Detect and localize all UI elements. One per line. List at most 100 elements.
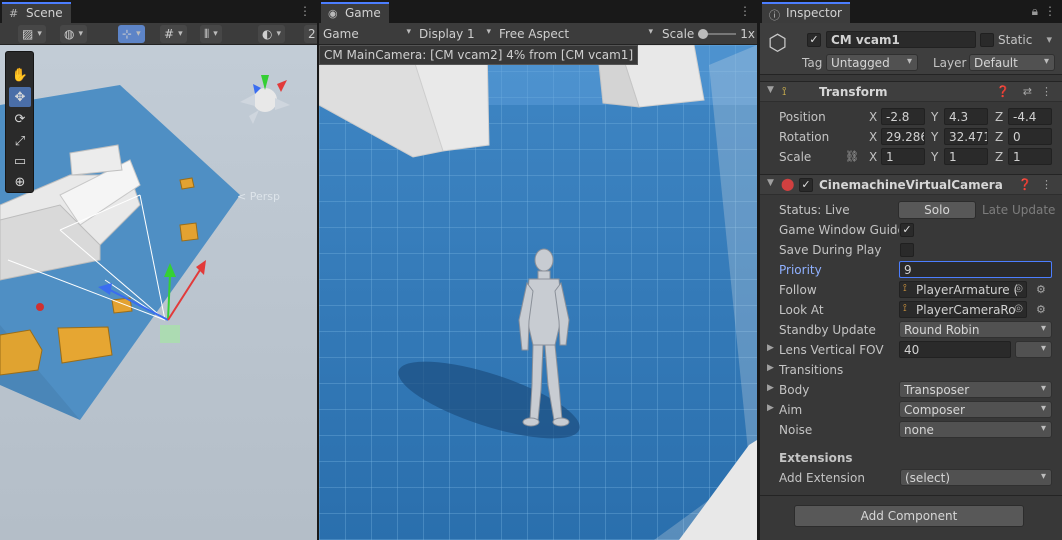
game-mode-dropdown[interactable]: Game <box>323 27 411 41</box>
noise-dropdown[interactable]: none <box>899 421 1052 438</box>
follow-settings-gear-icon[interactable]: ⚙ <box>1036 283 1046 296</box>
aim-dropdown[interactable]: Composer <box>899 401 1052 418</box>
increment-snap-button[interactable]: ⦀ <box>200 25 222 43</box>
lookat-label: Look At <box>779 303 824 317</box>
lookat-field[interactable]: ⟟ PlayerCameraRo ◎ <box>899 301 1027 318</box>
aim-row: ▶ Aim Composer <box>760 400 1062 420</box>
scale-z-field[interactable]: 1 <box>1008 148 1052 165</box>
gameobject-cube-icon[interactable]: ⬡ <box>768 31 787 56</box>
transform-ref-icon: ⟟ <box>903 283 907 294</box>
noise-label: Noise <box>779 423 813 437</box>
transitions-foldout-icon[interactable]: ▶ <box>767 363 774 373</box>
object-name-input[interactable]: CM vcam1 <box>826 31 976 48</box>
scene-tab-menu-icon[interactable]: ⋮ <box>299 4 311 18</box>
transform-title: Transform <box>819 85 888 99</box>
transform-preset-icon[interactable]: ⇄ <box>1023 85 1032 98</box>
transform-tool-icon[interactable]: ⊕ <box>9 172 31 192</box>
move-tool-icon[interactable]: ✥ <box>9 87 31 107</box>
lookat-settings-gear-icon[interactable]: ⚙ <box>1036 303 1046 316</box>
scale-z-label: Z <box>995 150 1004 164</box>
vcam-enabled-checkbox[interactable]: ✓ <box>799 178 813 192</box>
scene-viewport[interactable]: < Persp <box>0 45 317 540</box>
save-play-checkbox[interactable] <box>900 243 914 257</box>
rotation-z-field[interactable]: 0 <box>1008 128 1052 145</box>
tag-dropdown[interactable]: Untagged <box>826 54 918 71</box>
object-picker-icon[interactable]: ◎ <box>1014 283 1023 294</box>
global-view-button[interactable]: ◍ <box>60 25 88 43</box>
noise-row: Noise none <box>760 420 1062 440</box>
position-y-field[interactable]: 4.3 <box>944 108 988 125</box>
gizmo-y-axis[interactable] <box>261 75 269 90</box>
pivot-button[interactable]: ⊹ <box>118 25 145 43</box>
body-foldout-icon[interactable]: ▶ <box>767 383 774 393</box>
position-z-field[interactable]: -4.4 <box>1008 108 1052 125</box>
transitions-row[interactable]: ▶ Transitions <box>760 360 1062 380</box>
game-tab-menu-icon[interactable]: ⋮ <box>739 4 751 18</box>
layer-label: Layer <box>933 56 967 70</box>
constrain-proportions-icon[interactable]: ⛓ <box>845 150 859 163</box>
inspector-tab-menu-icon[interactable]: ⋮ <box>1044 4 1056 18</box>
scale-value: 1x <box>740 27 756 41</box>
add-component-button[interactable]: Add Component <box>794 505 1024 527</box>
lock-icon[interactable]: 🔒︎ <box>1032 4 1038 19</box>
layer-dropdown[interactable]: Default <box>969 54 1055 71</box>
game-viewport[interactable] <box>319 45 757 540</box>
transform-help-icon[interactable]: ❓ <box>996 85 1010 98</box>
position-x-label: X <box>869 110 878 124</box>
vcam-foldout-icon[interactable]: ▼ <box>767 178 774 188</box>
lookat-row: Look At ⟟ PlayerCameraRo ◎ ⚙ <box>760 300 1062 320</box>
tab-scene[interactable]: # Scene <box>2 2 71 23</box>
aspect-dropdown[interactable]: Free Aspect <box>499 27 653 41</box>
position-y-label: Y <box>931 110 939 124</box>
grid-snap-button[interactable]: # <box>160 25 187 43</box>
lens-foldout-icon[interactable]: ▶ <box>767 343 774 353</box>
position-z-label: Z <box>995 110 1004 124</box>
display-value: Display 1 <box>419 27 475 41</box>
transform-header[interactable]: ▼ ⟟ Transform ❓ ⇄ ⋮ <box>760 81 1062 102</box>
follow-field[interactable]: ⟟ PlayerArmature ( ◎ <box>899 281 1027 298</box>
static-dropdown-icon[interactable]: ▾ <box>1046 33 1052 46</box>
position-x-field[interactable]: -2.8 <box>881 108 925 125</box>
body-dropdown[interactable]: Transposer <box>899 381 1052 398</box>
scale-slider-thumb[interactable] <box>698 29 709 39</box>
visibility-button[interactable]: ◐ <box>258 25 286 43</box>
transform-tools: ✋ ✥ ⟳ ⤢ ▭ ⊕ <box>5 51 34 193</box>
add-extension-dropdown[interactable]: (select) <box>900 469 1052 486</box>
aim-foldout-icon[interactable]: ▶ <box>767 403 774 413</box>
transform-foldout-icon[interactable]: ▼ <box>767 85 774 95</box>
rect-tool-icon[interactable]: ▭ <box>9 151 31 171</box>
tab-game[interactable]: ◉ Game <box>321 2 389 23</box>
scale-slider[interactable] <box>698 29 737 39</box>
lens-row: ▶ Lens Vertical FOV 40 <box>760 340 1062 360</box>
guides-checkbox[interactable]: ✓ <box>900 223 914 237</box>
vcam-header[interactable]: ▼ ⬤ ✓ CinemachineVirtualCamera ❓ ⋮ <box>760 174 1062 195</box>
scale-y-field[interactable]: 1 <box>944 148 988 165</box>
standby-dropdown[interactable]: Round Robin <box>899 321 1052 338</box>
vcam-menu-icon[interactable]: ⋮ <box>1041 178 1052 191</box>
orientation-gizmo[interactable] <box>235 70 295 130</box>
draw-mode-button[interactable]: ▨ <box>18 25 46 43</box>
solo-button[interactable]: Solo <box>898 201 976 219</box>
add-extension-label: Add Extension <box>779 471 865 485</box>
object-picker-icon[interactable]: ◎ <box>1014 303 1023 314</box>
tab-inspector[interactable]: ⓘ Inspector <box>762 2 850 23</box>
standby-row: Standby Update Round Robin <box>760 320 1062 340</box>
transform-menu-icon[interactable]: ⋮ <box>1041 85 1052 98</box>
rotation-x-field[interactable]: 29.286 <box>881 128 925 145</box>
vcam-help-icon[interactable]: ❓ <box>1018 178 1032 191</box>
position-label: Position <box>779 110 826 124</box>
rotation-y-field[interactable]: 32.471 <box>944 128 988 145</box>
display-dropdown[interactable]: Display 1 <box>419 27 491 41</box>
scale-x-field[interactable]: 1 <box>881 148 925 165</box>
lens-fov-field[interactable]: 40 <box>899 341 1011 358</box>
static-checkbox[interactable] <box>980 33 994 47</box>
active-checkbox[interactable]: ✓ <box>807 33 821 47</box>
2d-toggle-button[interactable]: 2 <box>304 25 317 43</box>
priority-field[interactable]: 9 <box>899 261 1052 278</box>
rotate-tool-icon[interactable]: ⟳ <box>9 109 31 129</box>
lens-preset-dropdown[interactable] <box>1015 341 1052 358</box>
projection-label[interactable]: < Persp <box>237 190 280 203</box>
hand-tool-icon[interactable]: ✋ <box>9 65 31 85</box>
gizmo-x-axis[interactable] <box>277 80 287 92</box>
scale-tool-icon[interactable]: ⤢ <box>9 131 31 151</box>
